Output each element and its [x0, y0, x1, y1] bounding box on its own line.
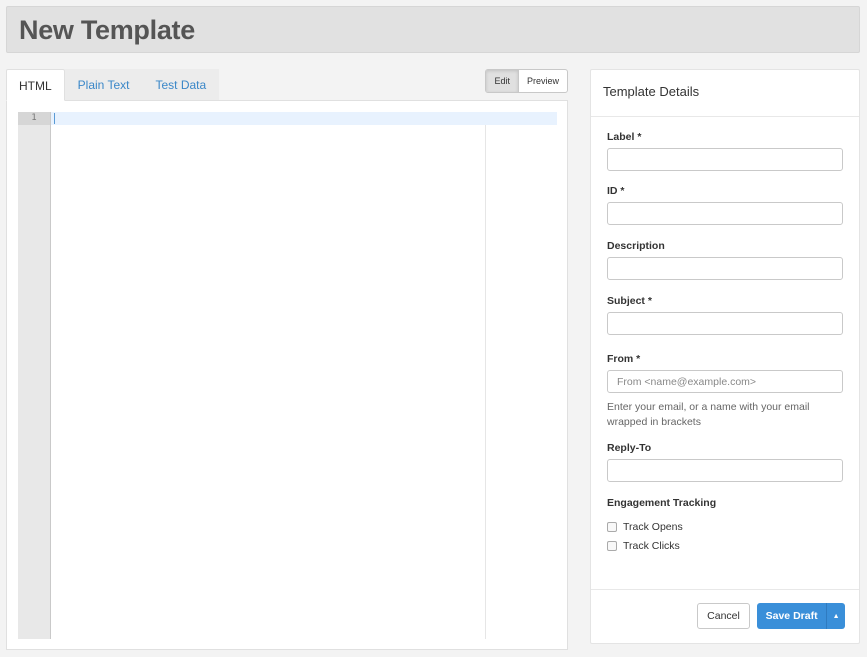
reply-to-input[interactable] [607, 459, 843, 482]
reply-to-field-label: Reply-To [607, 442, 652, 454]
preview-mode-button[interactable]: Preview [519, 70, 567, 92]
editor-tabs: HTML Plain Text Test Data [6, 69, 220, 101]
save-draft-button[interactable]: Save Draft [757, 603, 826, 629]
cancel-button[interactable]: Cancel [697, 603, 750, 629]
description-field-label: Description [607, 240, 665, 252]
details-title: Template Details [603, 84, 700, 99]
text-cursor [54, 113, 55, 124]
page-title: New Template [19, 15, 195, 45]
page-header: New Template [6, 6, 860, 53]
from-field-label: From * [607, 353, 641, 365]
track-opens-label: Track Opens [623, 521, 683, 533]
from-input[interactable] [607, 370, 843, 393]
label-field-label: Label * [607, 131, 642, 143]
description-input[interactable] [607, 257, 843, 280]
edit-mode-button[interactable]: Edit [486, 70, 519, 92]
tab-test-data[interactable]: Test Data [142, 69, 220, 101]
label-input[interactable] [607, 148, 843, 171]
template-details-panel: Template Details Label * ID * Descriptio… [590, 69, 860, 644]
active-line-highlight [51, 112, 557, 125]
mode-toggle: Edit Preview [485, 69, 568, 93]
track-clicks-checkbox[interactable] [607, 541, 617, 551]
subject-field-label: Subject * [607, 295, 652, 307]
tab-html[interactable]: HTML [6, 69, 65, 101]
line-number: 1 [18, 112, 50, 125]
print-margin [485, 125, 486, 639]
save-draft-button-group: Save Draft ▲ [757, 603, 845, 629]
save-options-dropdown[interactable]: ▲ [826, 603, 845, 629]
track-opens-option[interactable]: Track Opens [607, 521, 683, 533]
from-help-text: Enter your email, or a name with your em… [607, 401, 810, 428]
code-editor[interactable]: 1 [6, 100, 568, 650]
tab-plain-text[interactable]: Plain Text [64, 69, 143, 101]
engagement-tracking-label: Engagement Tracking [607, 497, 717, 509]
track-clicks-option[interactable]: Track Clicks [607, 540, 680, 552]
id-input[interactable] [607, 202, 843, 225]
track-opens-checkbox[interactable] [607, 522, 617, 532]
divider [591, 116, 859, 117]
footer-divider [591, 589, 859, 590]
subject-input[interactable] [607, 312, 843, 335]
caret-up-icon: ▲ [832, 612, 840, 620]
track-clicks-label: Track Clicks [623, 540, 680, 552]
line-gutter: 1 [18, 112, 51, 639]
id-field-label: ID * [607, 185, 625, 197]
editor-panel: HTML Plain Text Test Data Edit Preview 1 [6, 69, 568, 650]
